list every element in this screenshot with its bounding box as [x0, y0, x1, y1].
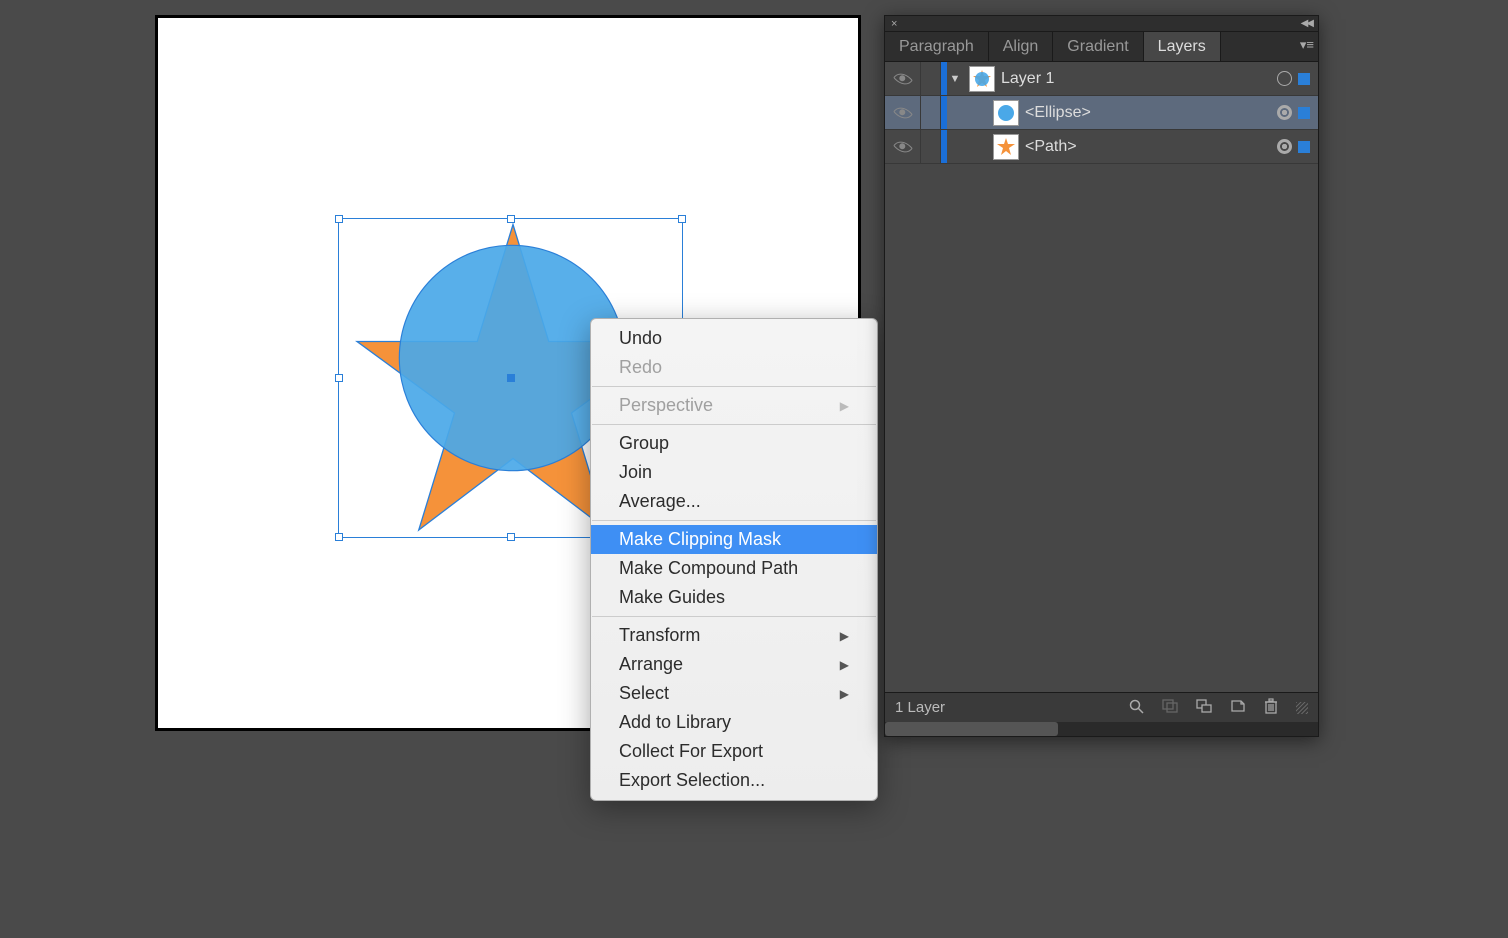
menu-separator: [592, 616, 876, 617]
layer-name[interactable]: Layer 1: [1001, 70, 1277, 88]
resize-handle[interactable]: [335, 374, 343, 382]
resize-grip-icon[interactable]: [1296, 702, 1308, 714]
visibility-icon[interactable]: [893, 69, 913, 89]
tab-gradient[interactable]: Gradient: [1053, 32, 1143, 61]
layer-name[interactable]: <Path>: [1025, 138, 1277, 156]
scrollbar-thumb[interactable]: [885, 722, 1058, 736]
menu-item-make-clipping-mask[interactable]: Make Clipping Mask: [591, 525, 877, 554]
tab-layers[interactable]: Layers: [1144, 32, 1221, 61]
chevron-right-icon: ▶: [840, 399, 849, 413]
chevron-right-icon: ▶: [840, 629, 849, 643]
selection-square[interactable]: [1298, 107, 1310, 119]
chevron-right-icon: ▶: [840, 687, 849, 701]
layer-thumbnail: [969, 66, 995, 92]
menu-item-perspective[interactable]: Perspective ▶: [591, 391, 877, 420]
lock-column[interactable]: [921, 62, 941, 95]
layer-count-label: 1 Layer: [895, 699, 945, 716]
target-icon[interactable]: [1277, 71, 1292, 86]
menu-item-make-compound-path[interactable]: Make Compound Path: [591, 554, 877, 583]
layer-row-parent[interactable]: ▼ Layer 1: [885, 62, 1318, 96]
layer-thumbnail: [993, 134, 1019, 160]
panel-tabs: Paragraph Align Gradient Layers ▾≡: [885, 32, 1318, 62]
selection-color-indicator: [941, 130, 947, 163]
target-icon[interactable]: [1277, 105, 1292, 120]
make-clipping-mask-icon[interactable]: [1162, 699, 1178, 717]
new-layer-icon[interactable]: [1230, 699, 1246, 717]
visibility-icon[interactable]: [893, 103, 913, 123]
menu-item-collect-for-export[interactable]: Collect For Export: [591, 737, 877, 766]
chevron-right-icon: ▶: [840, 658, 849, 672]
menu-item-make-guides[interactable]: Make Guides: [591, 583, 877, 612]
layers-list: ▼ Layer 1 <Ellipse>: [885, 62, 1318, 692]
disclosure-triangle-icon[interactable]: ▼: [947, 73, 963, 85]
layer-name[interactable]: <Ellipse>: [1025, 104, 1277, 122]
selection-square[interactable]: [1298, 141, 1310, 153]
layer-row-ellipse[interactable]: <Ellipse>: [885, 96, 1318, 130]
layers-panel: × ◀◀ Paragraph Align Gradient Layers ▾≡ …: [884, 15, 1319, 737]
delete-icon[interactable]: [1264, 698, 1278, 718]
resize-handle[interactable]: [335, 215, 343, 223]
menu-separator: [592, 520, 876, 521]
menu-separator: [592, 424, 876, 425]
menu-item-transform[interactable]: Transform ▶: [591, 621, 877, 650]
menu-item-arrange[interactable]: Arrange ▶: [591, 650, 877, 679]
lock-column[interactable]: [921, 130, 941, 163]
resize-handle[interactable]: [335, 533, 343, 541]
menu-item-undo[interactable]: Undo: [591, 324, 877, 353]
selection-square[interactable]: [1298, 73, 1310, 85]
horizontal-scrollbar[interactable]: [885, 722, 1318, 736]
panel-menu-icon[interactable]: ▾≡: [1300, 37, 1314, 53]
layer-row-path[interactable]: <Path>: [885, 130, 1318, 164]
panel-titlebar[interactable]: × ◀◀: [885, 16, 1318, 32]
menu-item-add-to-library[interactable]: Add to Library: [591, 708, 877, 737]
menu-separator: [592, 386, 876, 387]
selection-color-indicator: [941, 96, 947, 129]
menu-item-redo[interactable]: Redo: [591, 353, 877, 382]
locate-object-icon[interactable]: [1128, 698, 1144, 718]
collapse-icon[interactable]: ◀◀: [1301, 18, 1312, 29]
menu-item-average[interactable]: Average...: [591, 487, 877, 516]
panel-footer: 1 Layer: [885, 692, 1318, 722]
tab-align[interactable]: Align: [989, 32, 1054, 61]
menu-item-group[interactable]: Group: [591, 429, 877, 458]
menu-item-export-selection[interactable]: Export Selection...: [591, 766, 877, 795]
create-sublayer-icon[interactable]: [1196, 699, 1212, 717]
menu-item-join[interactable]: Join: [591, 458, 877, 487]
lock-column[interactable]: [921, 96, 941, 129]
target-icon[interactable]: [1277, 139, 1292, 154]
menu-item-select[interactable]: Select ▶: [591, 679, 877, 708]
tab-paragraph[interactable]: Paragraph: [885, 32, 989, 61]
layer-thumbnail: [993, 100, 1019, 126]
visibility-icon[interactable]: [893, 137, 913, 157]
context-menu: Undo Redo Perspective ▶ Group Join Avera…: [590, 318, 878, 801]
close-icon[interactable]: ×: [891, 18, 897, 30]
